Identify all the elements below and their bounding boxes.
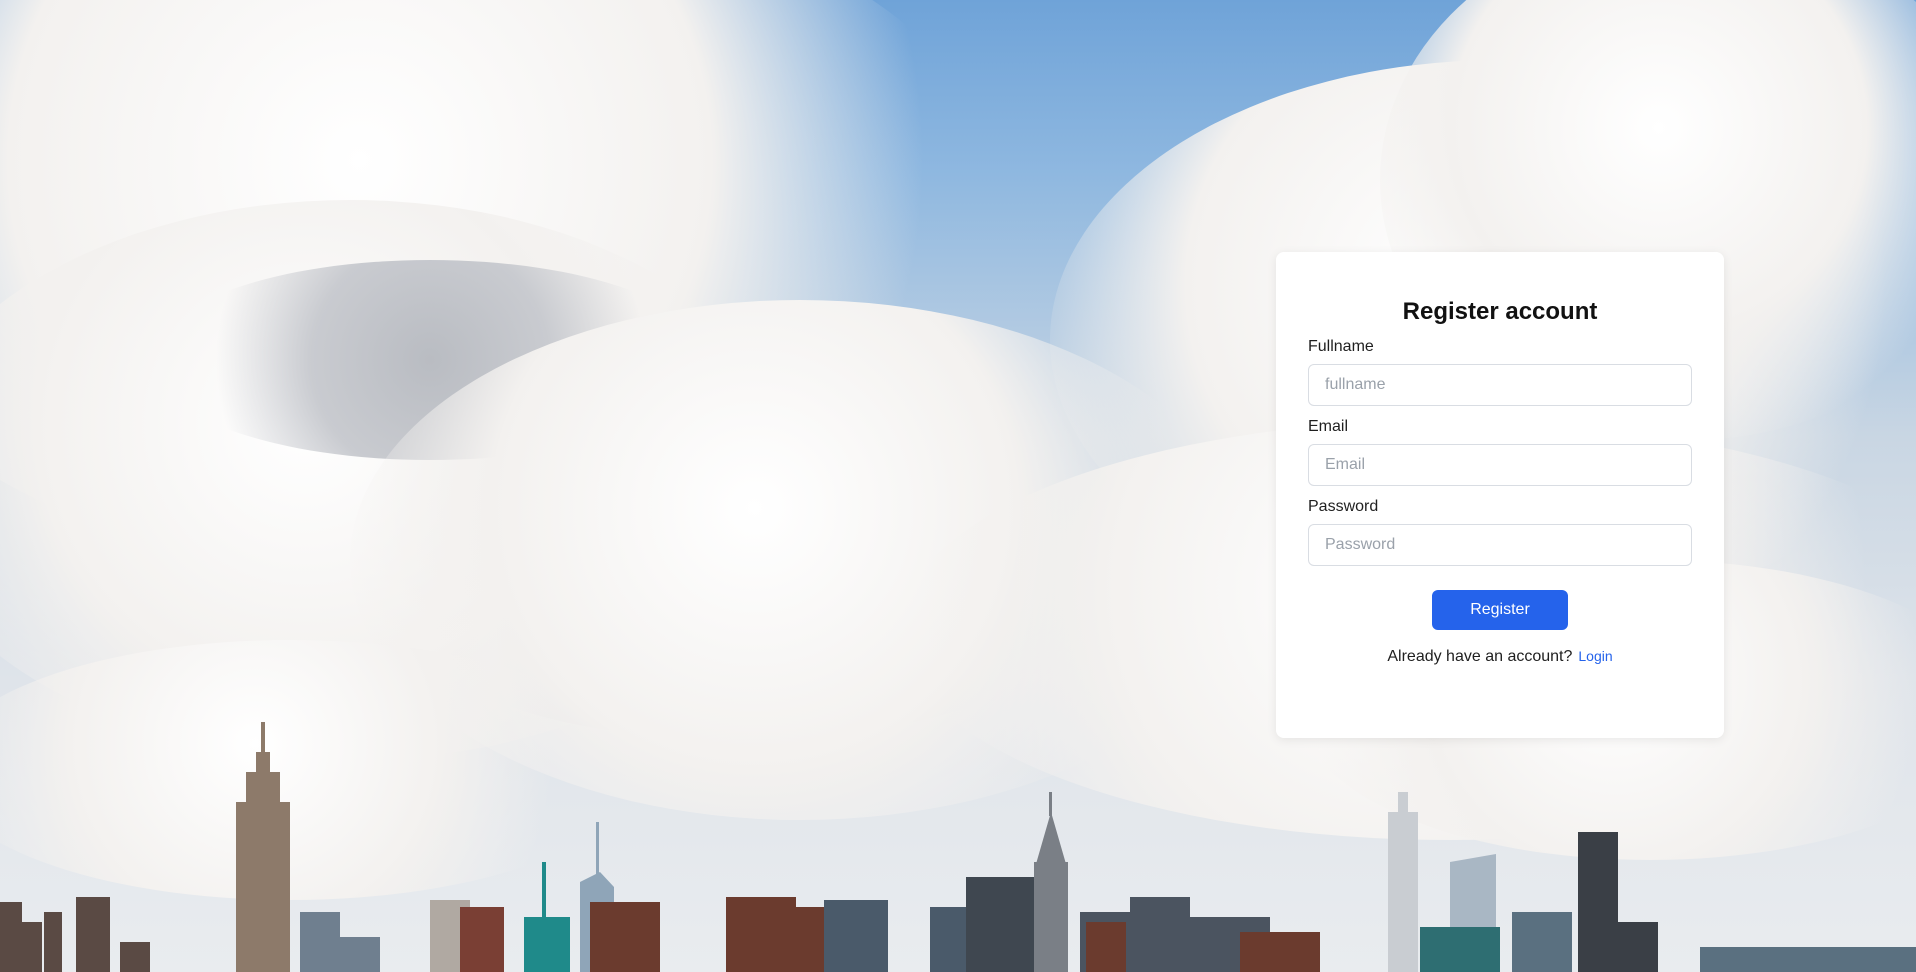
password-label: Password: [1308, 498, 1379, 515]
page: Register account Fullname Email Password…: [0, 0, 1916, 972]
city-skyline-image: [0, 722, 1916, 972]
button-row: Register: [1308, 590, 1692, 630]
email-input[interactable]: [1308, 444, 1692, 486]
register-card: Register account Fullname Email Password…: [1276, 252, 1724, 738]
card-title: Register account: [1402, 298, 1598, 325]
login-link[interactable]: Login: [1578, 648, 1612, 664]
fullname-input[interactable]: [1308, 364, 1692, 406]
login-row: Already have an account? Login: [1308, 648, 1692, 666]
fullname-label: Fullname: [1308, 338, 1374, 355]
register-button[interactable]: Register: [1432, 590, 1568, 630]
email-label: Email: [1308, 418, 1349, 435]
password-input[interactable]: [1308, 524, 1692, 566]
login-prompt: Already have an account?: [1387, 648, 1573, 665]
